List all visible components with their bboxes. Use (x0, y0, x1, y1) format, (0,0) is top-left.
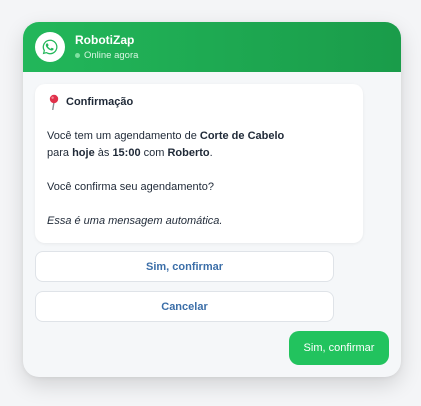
automatic-note: Essa é uma mensagem automática. (47, 215, 223, 227)
pushpin-icon (47, 94, 61, 111)
appointment-line-2: para hoje às 15:00 com Roberto. (47, 145, 351, 162)
bot-name: RobotiZap (75, 33, 135, 47)
appointment-line-1: Você tem um agendamento de Corte de Cabe… (47, 128, 351, 145)
status-text: Online agora (84, 50, 139, 61)
whatsapp-icon (35, 32, 65, 62)
chat-header: RobotiZap Online agora (23, 22, 401, 72)
online-dot-icon (75, 53, 80, 58)
message-title: Confirmação (66, 96, 134, 108)
text-segment: para (47, 147, 73, 159)
staff-name: Roberto (167, 147, 210, 159)
user-reply-bubble: Sim, confirmar (289, 331, 389, 365)
confirm-option-button[interactable]: Sim, confirmar (35, 251, 334, 282)
confirm-question: Você confirma seu agendamento? (47, 181, 214, 193)
appointment-text: Você tem um agendamento de (47, 130, 200, 142)
text-segment: com (140, 147, 168, 159)
text-segment: às (94, 147, 113, 159)
appointment-day: hoje (72, 147, 95, 159)
appointment-time: 15:00 (112, 147, 141, 159)
cancel-option-button[interactable]: Cancelar (35, 291, 334, 322)
bot-message-bubble: Confirmação Você tem um agendamento de C… (35, 84, 363, 243)
chat-widget: RobotiZap Online agora Confirmação Você … (23, 22, 401, 377)
service-name: Corte de Cabelo (199, 130, 285, 142)
text-segment: . (209, 147, 213, 159)
